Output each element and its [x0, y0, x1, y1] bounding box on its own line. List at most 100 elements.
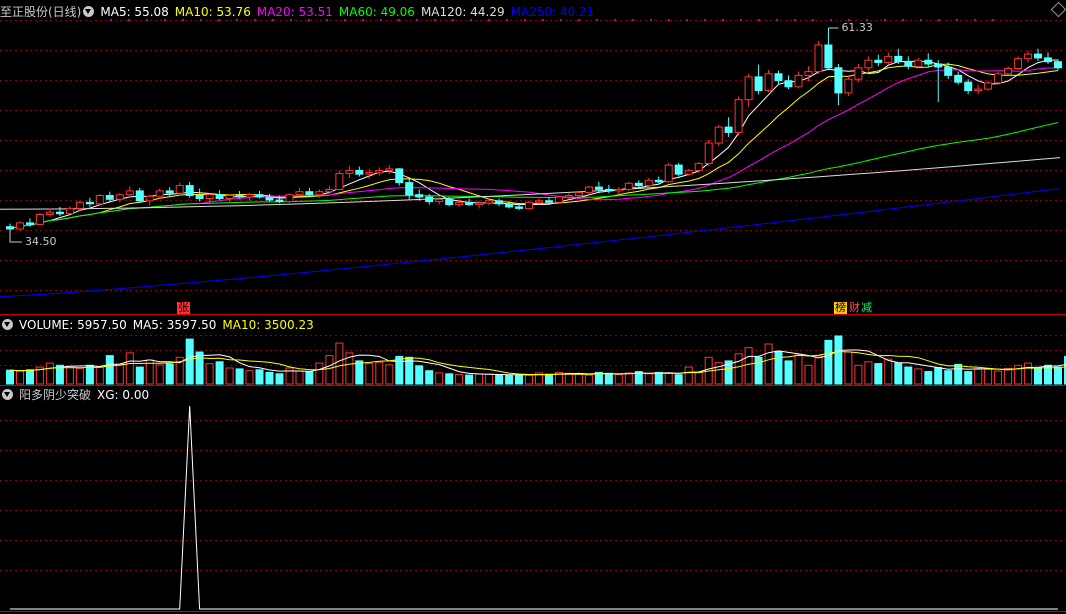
signal-dot — [704, 19, 706, 21]
volume-bar — [764, 343, 773, 385]
volume-bar — [435, 372, 444, 385]
candle-body — [125, 190, 134, 196]
candle-body — [564, 195, 573, 198]
volume-bar — [315, 362, 324, 385]
volume-bar — [664, 372, 673, 385]
candle-body — [85, 201, 94, 205]
volume-bar — [375, 361, 384, 385]
volume-bar — [325, 355, 334, 385]
candle-body — [834, 67, 843, 94]
volume-bar — [245, 370, 254, 385]
candle-body — [824, 44, 833, 69]
volume-bar — [934, 367, 943, 385]
candle-body — [934, 63, 943, 68]
candle-body — [235, 195, 244, 198]
volume-bar — [425, 370, 434, 385]
candlestick-series — [6, 28, 1062, 232]
candle-body — [345, 169, 354, 174]
candle-body — [535, 200, 543, 203]
candle-body — [335, 173, 344, 190]
volume-bar — [16, 370, 24, 385]
signal-dot — [776, 19, 778, 21]
signal-dot — [668, 19, 670, 21]
volume-bar — [125, 352, 134, 385]
candle-body — [475, 202, 484, 206]
candle-body — [634, 182, 643, 187]
volume-bar — [984, 368, 993, 385]
volume-bar — [944, 370, 953, 385]
volume-bar — [525, 374, 533, 385]
candle-body — [295, 191, 304, 196]
volume-bar — [794, 354, 803, 385]
ma-indicator-0: MA5: 55.08 — [100, 5, 169, 19]
signal-dot — [938, 19, 940, 21]
dropdown-circle-icon[interactable] — [83, 6, 95, 17]
volume-bar — [844, 351, 853, 385]
candle-body — [644, 179, 653, 187]
candle-body — [175, 185, 184, 194]
candle-body — [105, 195, 114, 200]
volume-bar — [255, 369, 264, 385]
candle-body — [1004, 68, 1013, 75]
candle-body — [265, 196, 274, 201]
candle-body — [115, 194, 124, 200]
volume-bar — [45, 362, 54, 385]
signal-dot — [812, 19, 814, 21]
candle-body — [1034, 53, 1042, 59]
volume-bar — [445, 373, 454, 385]
candle-body — [894, 55, 903, 63]
candle-body — [245, 194, 254, 198]
volume-bar — [784, 360, 793, 385]
volume-bar — [185, 338, 194, 385]
signal-dot — [956, 19, 958, 21]
signal-dot — [992, 19, 994, 21]
candle-body — [45, 211, 54, 215]
volume-bar — [614, 374, 623, 385]
volume-bar — [355, 360, 364, 385]
xg-dropdown-icon[interactable] — [2, 389, 13, 400]
candle-body — [375, 169, 384, 174]
ma-indicator-1: MA10: 53.76 — [174, 5, 251, 19]
candle-body — [455, 201, 464, 206]
candle-body — [764, 73, 773, 92]
candle-body — [954, 74, 963, 83]
candle-body — [285, 194, 294, 202]
volume-bar — [495, 374, 504, 385]
event-tag-rank[interactable]: 榜 — [834, 302, 847, 314]
signal-dot — [902, 19, 904, 21]
volume-bar — [165, 363, 174, 385]
candle-body — [215, 194, 224, 199]
candle-body — [784, 80, 793, 88]
event-tag-reduce[interactable]: 减 — [860, 302, 873, 314]
candle-body — [614, 188, 623, 192]
candle-body — [994, 73, 1003, 84]
candle-body — [1054, 61, 1062, 69]
signal-dot — [686, 19, 688, 21]
volume-bar — [205, 363, 214, 385]
volume-bar — [574, 373, 583, 385]
signal-dot — [830, 19, 832, 21]
candle-body — [864, 59, 873, 69]
volume-bar — [515, 374, 523, 385]
candle-body — [1014, 58, 1023, 69]
volume-bar — [65, 365, 74, 385]
volume-panel-header: VOLUME: 5957.50 MA5: 3597.50 MA10: 3500.23 — [0, 317, 326, 333]
candle-body — [654, 179, 663, 183]
volume-bar — [385, 364, 394, 385]
volume-bar — [804, 364, 813, 385]
volume-bar — [195, 351, 204, 385]
event-tag-rise[interactable]: 张 — [177, 302, 190, 314]
volume-indicator-0: VOLUME: 5957.50 — [19, 318, 127, 332]
volume-bar — [994, 370, 1003, 385]
candle-body — [6, 226, 14, 230]
candle-body — [555, 196, 563, 203]
candle-body — [984, 82, 993, 90]
volume-bar — [854, 364, 863, 385]
ma-indicator-3: MA60: 49.06 — [338, 5, 415, 19]
candle-body — [155, 190, 164, 197]
candle-body — [914, 59, 923, 67]
volume-indicator-2: MA10: 3500.23 — [222, 318, 314, 332]
candle-body — [684, 169, 693, 175]
candle-body — [75, 201, 84, 209]
volume-dropdown-icon[interactable] — [2, 319, 13, 330]
